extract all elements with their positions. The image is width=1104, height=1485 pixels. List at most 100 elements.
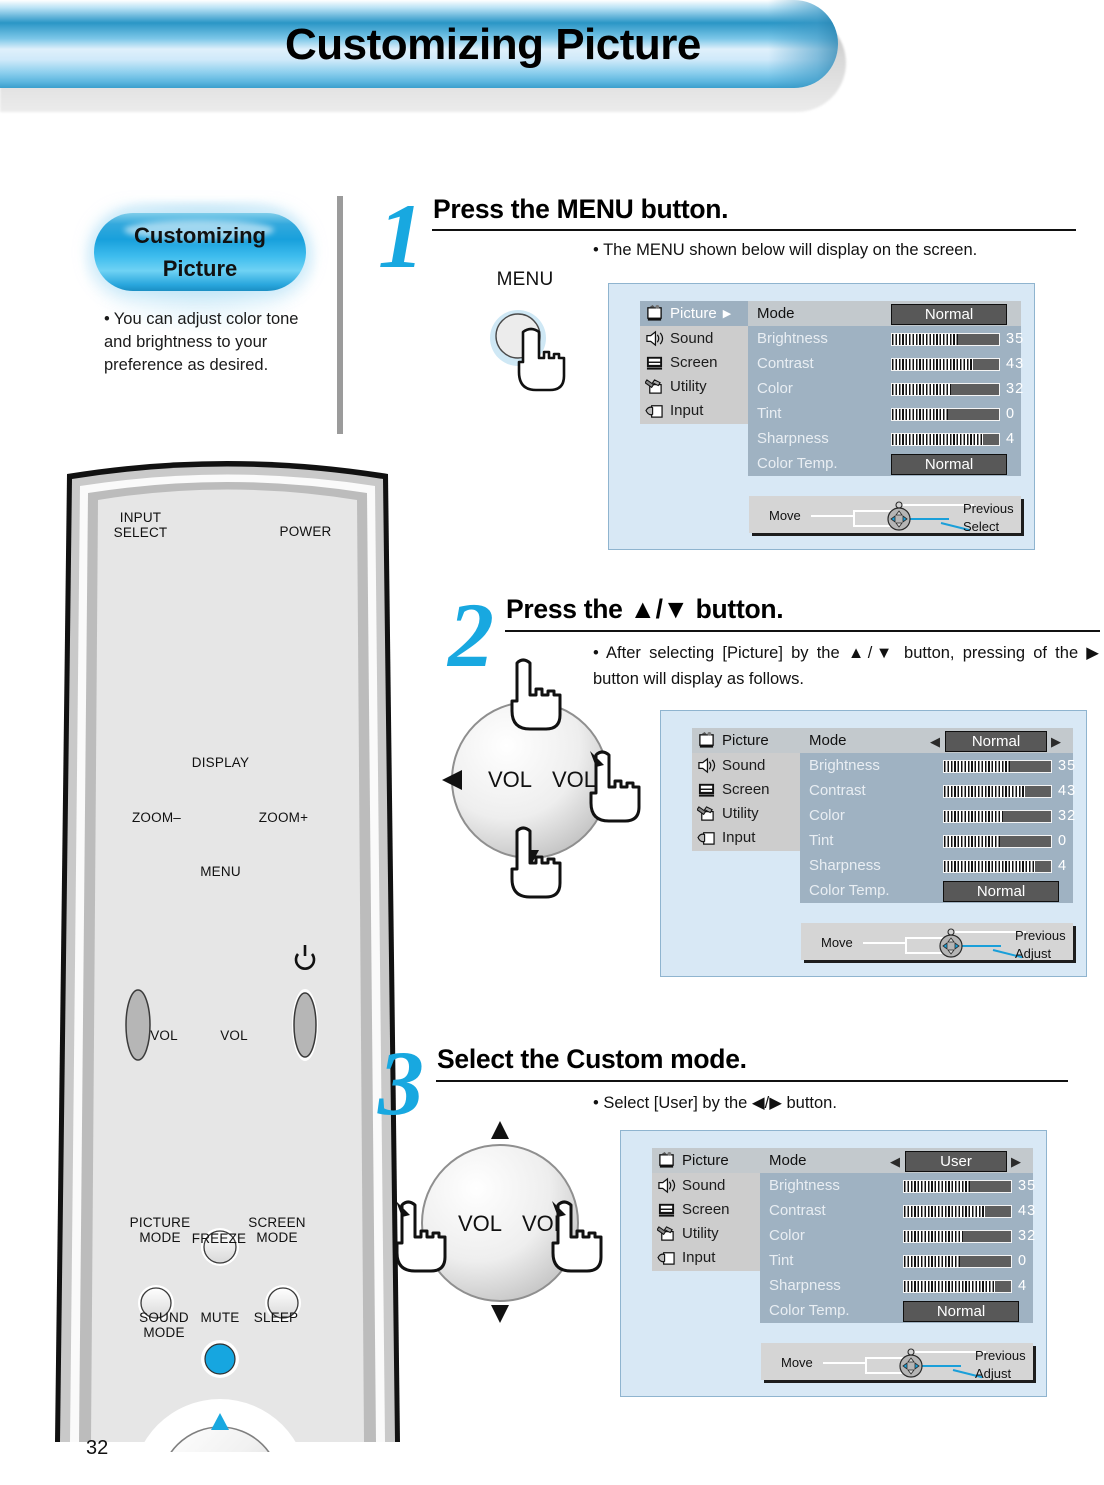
- osd-bar-tint[interactable]: [943, 835, 1052, 848]
- osd-bar-color[interactable]: [943, 810, 1052, 823]
- screen-icon: [698, 783, 715, 797]
- osd-bar-fill-contrast: [944, 786, 1026, 797]
- osd-row-color[interactable]: Color 32: [760, 1223, 1037, 1248]
- osd-menu-label-screen: Screen: [670, 353, 718, 371]
- bullet-glyph: •: [104, 310, 110, 328]
- mode-left-arrow-icon[interactable]: ◀: [930, 735, 940, 748]
- osd-value-color-temp[interactable]: Normal: [943, 881, 1059, 902]
- osd-row-sharpness[interactable]: Sharpness 4: [800, 853, 1073, 878]
- osd-row-color-temp[interactable]: Color Temp. Normal: [800, 878, 1073, 903]
- osd-menu-item-screen[interactable]: Screen: [640, 350, 748, 374]
- osd-number-contrast: 43: [1058, 783, 1077, 799]
- osd-menu-item-input[interactable]: Input: [692, 825, 800, 849]
- osd-number-tint: 0: [1018, 1253, 1028, 1269]
- movebar-line-left-2: [863, 942, 907, 944]
- osd-bar-color[interactable]: [903, 1230, 1012, 1243]
- mode-right-arrow-icon[interactable]: ▶: [1011, 1155, 1021, 1168]
- osd-menu-item-utility[interactable]: Utility: [652, 1221, 760, 1245]
- osd-bar-rest-contrast: [973, 359, 999, 370]
- remote-label-zoom-plus: ZOOM+: [258, 810, 309, 825]
- osd-menu-item-input[interactable]: Input: [640, 398, 748, 422]
- osd-menu-item-picture[interactable]: Picture: [652, 1148, 760, 1173]
- osd-bar-fill-brightness: [944, 761, 1011, 772]
- osd-menu-item-picture[interactable]: Picture: [692, 728, 800, 753]
- osd-row-brightness[interactable]: Brightness 35: [748, 326, 1025, 351]
- osd-movebar-1: Move Previous Select: [749, 496, 1021, 534]
- osd-value-mode[interactable]: Normal: [945, 731, 1047, 752]
- osd-menu-item-utility[interactable]: Utility: [640, 374, 748, 398]
- movebar-adjust-3: Adjust: [975, 1366, 1012, 1381]
- osd-bar-brightness[interactable]: [891, 333, 1000, 346]
- osd-number-brightness: 35: [1006, 331, 1025, 347]
- mode-right-arrow-icon[interactable]: ▶: [1051, 735, 1061, 748]
- osd-menu-item-utility[interactable]: Utility: [692, 801, 800, 825]
- osd-bar-rest-brightness: [958, 334, 999, 345]
- osd-menu-item-sound[interactable]: Sound: [640, 326, 748, 350]
- mode-left-arrow-icon[interactable]: ◀: [890, 1155, 900, 1168]
- wheel-vol-left-2: VOL: [488, 767, 532, 792]
- movebar-move-label-1: Move: [769, 508, 801, 523]
- input-icon: [645, 404, 663, 418]
- osd-row-contrast[interactable]: Contrast 43: [760, 1198, 1035, 1223]
- osd-row-contrast[interactable]: Contrast 43: [800, 778, 1077, 803]
- osd-row-color-temp[interactable]: Color Temp. Normal: [760, 1298, 1033, 1323]
- step-3-rule: [436, 1080, 1068, 1082]
- osd-row-tint[interactable]: Tint 0: [800, 828, 1073, 853]
- osd-bar-brightness[interactable]: [943, 760, 1052, 773]
- osd-row-mode[interactable]: Mode Normal: [748, 301, 1021, 326]
- osd-menu-label-input: Input: [670, 401, 704, 419]
- sound-mode-line2: MODE: [143, 1325, 185, 1340]
- osd-bar-tint[interactable]: [903, 1255, 1012, 1268]
- osd-row-tint[interactable]: Tint 0: [748, 401, 1021, 426]
- osd-bar-rest-color: [950, 384, 999, 395]
- osd-menu-label-input: Input: [722, 828, 756, 846]
- osd-bar-tint[interactable]: [891, 408, 1000, 421]
- osd-menu-label-input: Input: [682, 1248, 716, 1266]
- movebar-move-label-3: Move: [781, 1355, 813, 1370]
- osd-menu-label-picture: Picture: [722, 732, 769, 749]
- osd-value-mode[interactable]: User: [905, 1151, 1007, 1172]
- step-2-description: • After selecting [Picture] by the ▲/▼ b…: [593, 644, 1099, 688]
- osd-row-color[interactable]: Color 32: [800, 803, 1075, 828]
- osd-menu-item-picture[interactable]: Picture ▶: [640, 301, 748, 326]
- screen-mode-line1: SCREEN: [248, 1215, 306, 1230]
- osd-label-color-temp: Color Temp.: [809, 882, 890, 899]
- osd-row-brightness[interactable]: Brightness 35: [800, 753, 1075, 778]
- osd-menu-label-utility: Utility: [722, 804, 759, 822]
- osd-row-tint[interactable]: Tint 0: [760, 1248, 1033, 1273]
- osd-bar-sharpness[interactable]: [943, 860, 1052, 873]
- osd-bar-fill-tint: [892, 409, 948, 420]
- osd-bar-contrast[interactable]: [903, 1205, 1012, 1218]
- osd-bar-sharpness[interactable]: [903, 1280, 1012, 1293]
- osd-label-mode: Mode: [809, 732, 847, 749]
- osd-label-tint: Tint: [769, 1252, 794, 1269]
- osd-bar-fill-brightness: [892, 334, 959, 345]
- osd-bar-sharpness[interactable]: [891, 433, 1000, 446]
- osd-menu-item-screen[interactable]: Screen: [652, 1197, 760, 1221]
- osd-row-brightness[interactable]: Brightness 35: [760, 1173, 1035, 1198]
- osd-value-mode[interactable]: Normal: [891, 304, 1007, 325]
- osd-row-contrast[interactable]: Contrast 43: [748, 351, 1023, 376]
- osd-bar-rest-contrast: [1025, 786, 1051, 797]
- osd-bar-contrast[interactable]: [943, 785, 1052, 798]
- osd-number-color: 32: [1018, 1228, 1037, 1244]
- osd-bar-rest-brightness: [970, 1181, 1011, 1192]
- osd-menu-item-sound[interactable]: Sound: [652, 1173, 760, 1197]
- osd-label-color-temp: Color Temp.: [769, 1302, 850, 1319]
- osd-value-color-temp[interactable]: Normal: [903, 1301, 1019, 1322]
- osd-bar-contrast[interactable]: [891, 358, 1000, 371]
- osd-menu-item-screen[interactable]: Screen: [692, 777, 800, 801]
- osd-bar-brightness[interactable]: [903, 1180, 1012, 1193]
- osd-main-2: Mode ◀ Normal ▶ Brightness 35 Contrast 4…: [800, 728, 1077, 903]
- dpad-icon-1: [887, 501, 911, 531]
- osd-row-sharpness[interactable]: Sharpness 4: [748, 426, 1021, 451]
- osd-row-mode[interactable]: Mode ◀ Normal ▶: [800, 728, 1073, 753]
- osd-menu-item-sound[interactable]: Sound: [692, 753, 800, 777]
- osd-row-color-temp[interactable]: Color Temp. Normal: [748, 451, 1021, 476]
- osd-row-sharpness[interactable]: Sharpness 4: [760, 1273, 1033, 1298]
- osd-value-color-temp[interactable]: Normal: [891, 454, 1007, 475]
- osd-bar-color[interactable]: [891, 383, 1000, 396]
- osd-row-mode[interactable]: Mode ◀ User ▶: [760, 1148, 1033, 1173]
- osd-menu-item-input[interactable]: Input: [652, 1245, 760, 1269]
- osd-row-color[interactable]: Color 32: [748, 376, 1023, 401]
